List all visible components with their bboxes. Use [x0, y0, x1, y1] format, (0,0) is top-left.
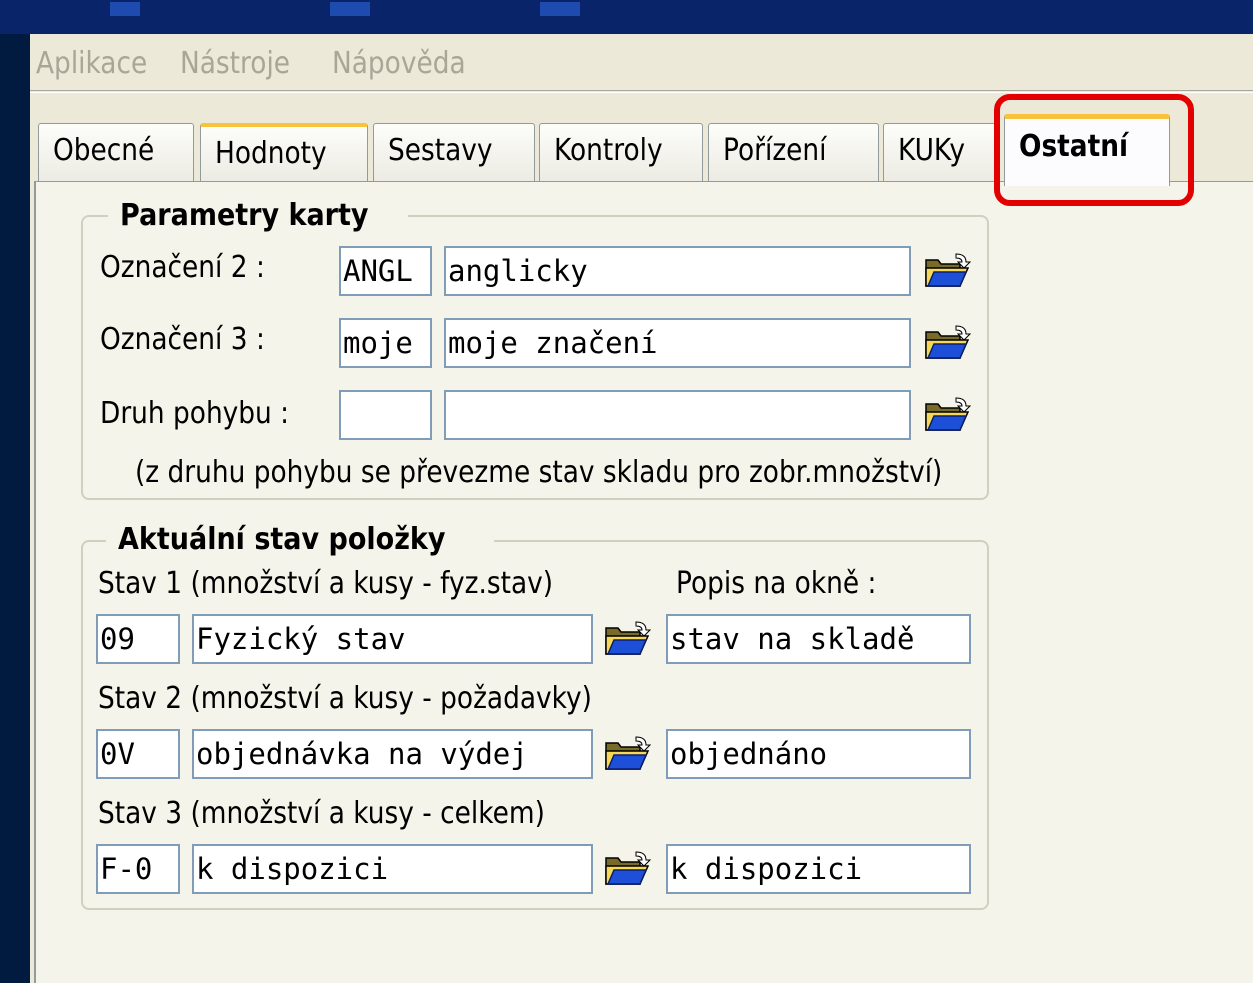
- tab-obecne[interactable]: Obecné: [38, 123, 194, 181]
- group-title: Aktuální stav položky: [106, 522, 494, 557]
- tab-porizeni[interactable]: Pořízení: [708, 123, 879, 181]
- label-stav-1: Stav 1 (množství a kusy - fyz.stav): [98, 566, 554, 601]
- stav-3-name-field[interactable]: k dispozici: [192, 844, 593, 894]
- tab-label: Hodnoty: [215, 136, 327, 171]
- tab-label: KUKy: [898, 133, 965, 168]
- stav-2-popis-field[interactable]: objednáno: [666, 729, 971, 779]
- tab-sestavy[interactable]: Sestavy: [373, 123, 535, 181]
- label-oznaceni-3: Označení 3 :: [100, 322, 265, 357]
- tab-label: Pořízení: [723, 133, 827, 168]
- open-folder-icon[interactable]: [922, 324, 972, 364]
- stav-1-popis-field[interactable]: stav na skladě: [666, 614, 971, 664]
- menu-bar: Aplikace Nástroje Nápověda: [30, 34, 1253, 91]
- stav-1-code-field[interactable]: 09: [96, 614, 180, 664]
- stav-1-name-field[interactable]: Fyzický stav: [192, 614, 593, 664]
- label-oznaceni-2: Označení 2 :: [100, 250, 265, 285]
- highlight-box: [994, 94, 1194, 206]
- group-title: Parametry karty: [108, 198, 409, 233]
- tab-kontroly[interactable]: Kontroly: [539, 123, 703, 181]
- druh-pohybu-note: (z druhu pohybu se převezme stav skladu …: [135, 455, 943, 490]
- oznaceni-3-code-field[interactable]: moje: [339, 318, 432, 368]
- stav-2-code-field[interactable]: 0V: [96, 729, 180, 779]
- menu-nastroje[interactable]: Nástroje: [180, 46, 290, 81]
- tab-label: Sestavy: [388, 133, 493, 168]
- title-fragment: [330, 2, 370, 16]
- title-fragment: [110, 2, 140, 16]
- tab-hodnoty[interactable]: Hodnoty: [200, 123, 368, 181]
- title-bar: [0, 0, 1253, 34]
- label-druh-pohybu: Druh pohybu :: [100, 396, 290, 431]
- label-stav-3: Stav 3 (množství a kusy - celkem): [98, 796, 545, 831]
- stav-3-popis-field[interactable]: k dispozici: [666, 844, 971, 894]
- menu-separator: [30, 92, 1253, 93]
- druh-pohybu-name-field[interactable]: [444, 390, 911, 440]
- tab-label: Kontroly: [554, 133, 663, 168]
- label-popis-na-okne: Popis na okně :: [676, 566, 877, 601]
- menu-aplikace[interactable]: Aplikace: [36, 46, 147, 81]
- oznaceni-3-name-field[interactable]: moje značení: [444, 318, 911, 368]
- druh-pohybu-code-field[interactable]: [339, 390, 432, 440]
- oznaceni-2-code-field[interactable]: ANGL: [339, 246, 432, 296]
- tab-kuky[interactable]: KUKy: [883, 123, 998, 181]
- stav-2-name-field[interactable]: objednávka na výdej: [192, 729, 593, 779]
- open-folder-icon[interactable]: [602, 850, 652, 890]
- menu-napoveda[interactable]: Nápověda: [332, 46, 466, 81]
- label-stav-2: Stav 2 (množství a kusy - požadavky): [98, 681, 592, 716]
- open-folder-icon[interactable]: [922, 252, 972, 292]
- stav-3-code-field[interactable]: F-0: [96, 844, 180, 894]
- open-folder-icon[interactable]: [602, 620, 652, 660]
- tab-label: Obecné: [53, 133, 155, 168]
- open-folder-icon[interactable]: [922, 396, 972, 436]
- oznaceni-2-name-field[interactable]: anglicky: [444, 246, 911, 296]
- title-fragment: [540, 2, 580, 16]
- open-folder-icon[interactable]: [602, 735, 652, 775]
